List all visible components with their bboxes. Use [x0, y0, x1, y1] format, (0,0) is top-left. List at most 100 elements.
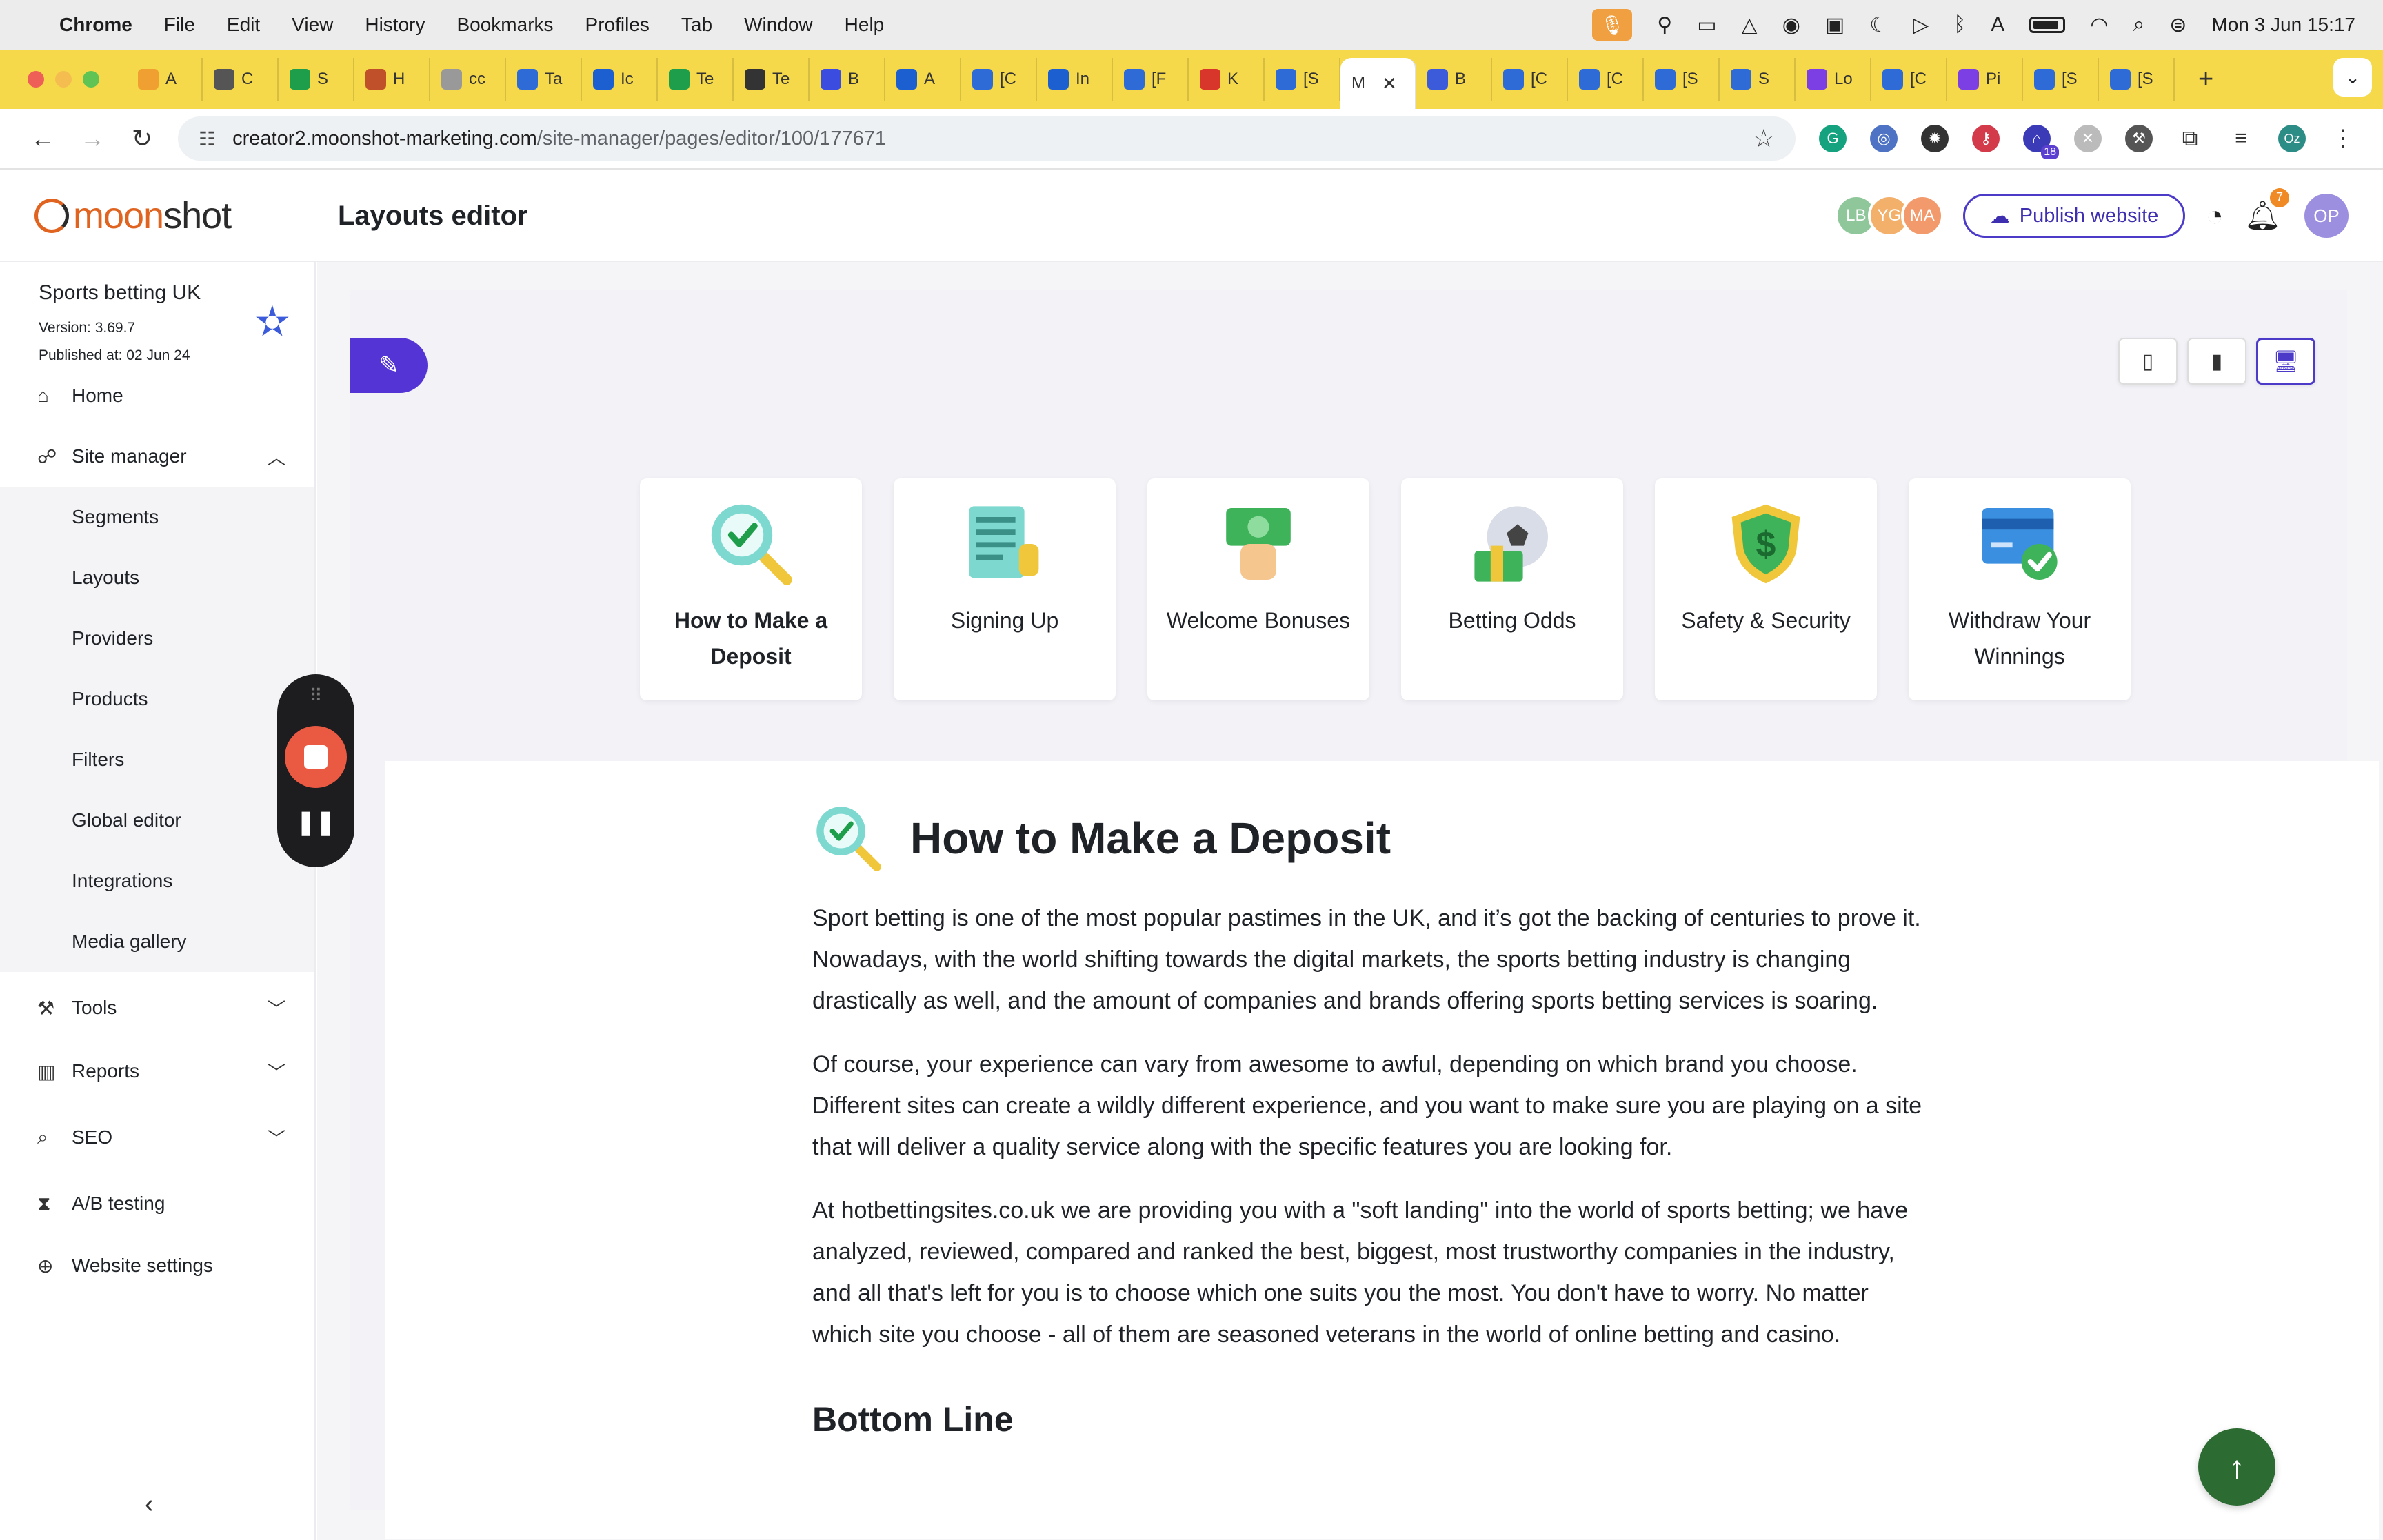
tool-extension-icon[interactable]: ⚒ [2125, 125, 2153, 152]
collapse-sidebar-icon[interactable]: ‹ [145, 1490, 154, 1519]
browser-tab[interactable]: S [279, 58, 354, 101]
extensions-puzzle-icon[interactable]: ⧉ [2176, 125, 2204, 152]
tab-search-chevron-icon[interactable]: ⌄ [2333, 58, 2372, 97]
password-extension-icon[interactable]: ◎ [1870, 125, 1898, 152]
browser-tab[interactable]: Te [734, 58, 810, 101]
menu-history[interactable]: History [365, 14, 425, 36]
mobile-preview-icon[interactable]: ▯ [2118, 338, 2178, 385]
close-tab-icon[interactable]: ✕ [1382, 73, 1397, 94]
play-icon[interactable]: ▷ [1913, 13, 1929, 37]
browser-menu-icon[interactable]: ⋮ [2329, 125, 2357, 152]
sidebar-item-reports[interactable]: ▥ Reports ﹀ [0, 1038, 314, 1104]
browser-tab[interactable]: C [203, 58, 279, 101]
sidebar-item-media-gallery[interactable]: Media gallery [0, 911, 314, 972]
reading-list-icon[interactable]: ≡ [2227, 125, 2255, 152]
battery-icon[interactable] [2029, 17, 2066, 33]
browser-tab[interactable]: [S [1644, 58, 1720, 101]
article-block[interactable]: How to Make a Deposit Sport betting is o… [385, 761, 2379, 1539]
menu-file[interactable]: File [164, 14, 195, 36]
notifications-bell-icon[interactable]: 🔔︎ 7 [2244, 188, 2289, 233]
publish-website-button[interactable]: ☁ Publish website [1962, 194, 2186, 238]
browser-tab[interactable]: B [1416, 58, 1492, 101]
sidebar-item-home[interactable]: ⌂ Home [0, 365, 314, 426]
parking-icon[interactable]: ▣ [1825, 13, 1844, 37]
sidebar-item-providers[interactable]: Providers [0, 608, 314, 669]
topic-card[interactable]: How to Make a Deposit [640, 478, 862, 700]
tablet-preview-icon[interactable]: ▮ [2187, 338, 2246, 385]
gear-extension-icon[interactable]: ✹ [1921, 125, 1949, 152]
grammarly-extension-icon[interactable]: G [1819, 125, 1847, 152]
browser-tab[interactable]: [C [1871, 58, 1947, 101]
search-extension-icon[interactable]: ⚲ [1657, 13, 1672, 37]
menu-app-name[interactable]: Chrome [59, 14, 132, 36]
browser-tab[interactable]: [S [1265, 58, 1340, 101]
scroll-to-top-button[interactable]: ↑ [2198, 1428, 2275, 1506]
browser-tab[interactable]: [C [961, 58, 1037, 101]
sidebar-item-filters[interactable]: Filters [0, 729, 314, 790]
browser-tab[interactable]: [S [2099, 58, 2175, 101]
sidebar-item-ab-testing[interactable]: ⧗ A/B testing [0, 1171, 314, 1237]
sidebar-item-seo[interactable]: ⌕ SEO ﹀ [0, 1104, 314, 1171]
sidebar-item-layouts[interactable]: Layouts [0, 547, 314, 608]
forward-arrow-icon[interactable]: → [68, 124, 117, 153]
moon-icon[interactable]: ☾ [1869, 13, 1888, 37]
new-tab-icon[interactable]: + [2198, 65, 2213, 94]
tab-active[interactable]: M ✕ [1340, 58, 1416, 109]
wifi-icon[interactable]: ◠ [2090, 13, 2108, 37]
history-clock-icon[interactable]: ◔ [2206, 199, 2223, 232]
bookmark-star-icon[interactable]: ☆ [1753, 124, 1775, 153]
menu-profiles[interactable]: Profiles [585, 14, 650, 36]
topic-card[interactable]: $ Safety & Security [1655, 478, 1877, 700]
key-extension-icon[interactable]: ⚷ [1972, 125, 2000, 152]
close-window-icon[interactable] [28, 71, 44, 88]
stop-recording-button[interactable] [285, 726, 347, 788]
drag-handle-icon[interactable]: ⠿ [309, 685, 322, 707]
browser-tab[interactable]: [S [2023, 58, 2099, 101]
menu-tab[interactable]: Tab [681, 14, 712, 36]
collaborator-avatar[interactable]: MA [1900, 194, 1944, 237]
topic-card[interactable]: Withdraw Your Winnings [1909, 478, 2131, 700]
disabled-extension-icon[interactable]: ✕ [2074, 125, 2102, 152]
site-star-icon[interactable]: ✫ [255, 298, 290, 346]
browser-tab[interactable]: H [354, 58, 430, 101]
browser-tab[interactable]: K [1189, 58, 1265, 101]
pause-recording-icon[interactable]: ❚❚ [296, 809, 336, 836]
control-center-icon[interactable]: ⊜ [2169, 13, 2186, 37]
screen-icon[interactable]: ▭ [1697, 13, 1716, 37]
maximize-window-icon[interactable] [83, 71, 99, 88]
browser-tab[interactable]: B [810, 58, 885, 101]
browser-tab[interactable]: Ta [506, 58, 582, 101]
site-settings-icon[interactable]: ☷ [199, 128, 216, 150]
keyboard-layout-icon[interactable]: A [1991, 13, 2004, 37]
profile-avatar[interactable]: Oz [2278, 125, 2306, 152]
browser-tab[interactable]: S [1720, 58, 1796, 101]
topic-card[interactable]: Welcome Bonuses [1147, 478, 1369, 700]
sidebar-item-integrations[interactable]: Integrations [0, 851, 314, 911]
browser-tab[interactable]: cc [430, 58, 506, 101]
microphone-icon[interactable]: 🎙 [1592, 9, 1633, 41]
browser-tab[interactable]: A [127, 58, 203, 101]
edit-pencil-button[interactable]: ✎ [350, 338, 428, 393]
browser-tab[interactable]: In [1037, 58, 1113, 101]
user-avatar[interactable]: OP [2304, 194, 2349, 238]
sidebar-item-global-editor[interactable]: Global editor [0, 790, 314, 851]
topic-card[interactable]: Betting Odds [1401, 478, 1623, 700]
minimize-window-icon[interactable] [55, 71, 72, 88]
sidebar-item-website-settings[interactable]: ⊕ Website settings [0, 1237, 314, 1295]
moonshot-logo[interactable]: moonshot [34, 194, 296, 237]
grammarly-icon[interactable]: ◉ [1782, 13, 1800, 37]
browser-tab[interactable]: [C [1568, 58, 1644, 101]
browser-tab[interactable]: Te [658, 58, 734, 101]
sidebar-item-site-manager[interactable]: ☍ Site manager ︿ [0, 426, 314, 487]
browser-tab[interactable]: [F [1113, 58, 1189, 101]
browser-tab[interactable]: Pi [1947, 58, 2023, 101]
reload-icon[interactable]: ↻ [117, 124, 167, 153]
menu-help[interactable]: Help [845, 14, 885, 36]
bluetooth-icon[interactable]: ᛒ [1953, 13, 1966, 37]
school-extension-icon[interactable]: ⌂ 18 [2023, 125, 2059, 159]
clock[interactable]: Mon 3 Jun 15:17 [2211, 14, 2355, 36]
back-arrow-icon[interactable]: ← [18, 124, 68, 153]
browser-tab[interactable]: A [885, 58, 961, 101]
desktop-preview-icon[interactable]: 🖥︎ [2256, 338, 2315, 385]
spotlight-icon[interactable]: ⌕ [2133, 13, 2144, 37]
